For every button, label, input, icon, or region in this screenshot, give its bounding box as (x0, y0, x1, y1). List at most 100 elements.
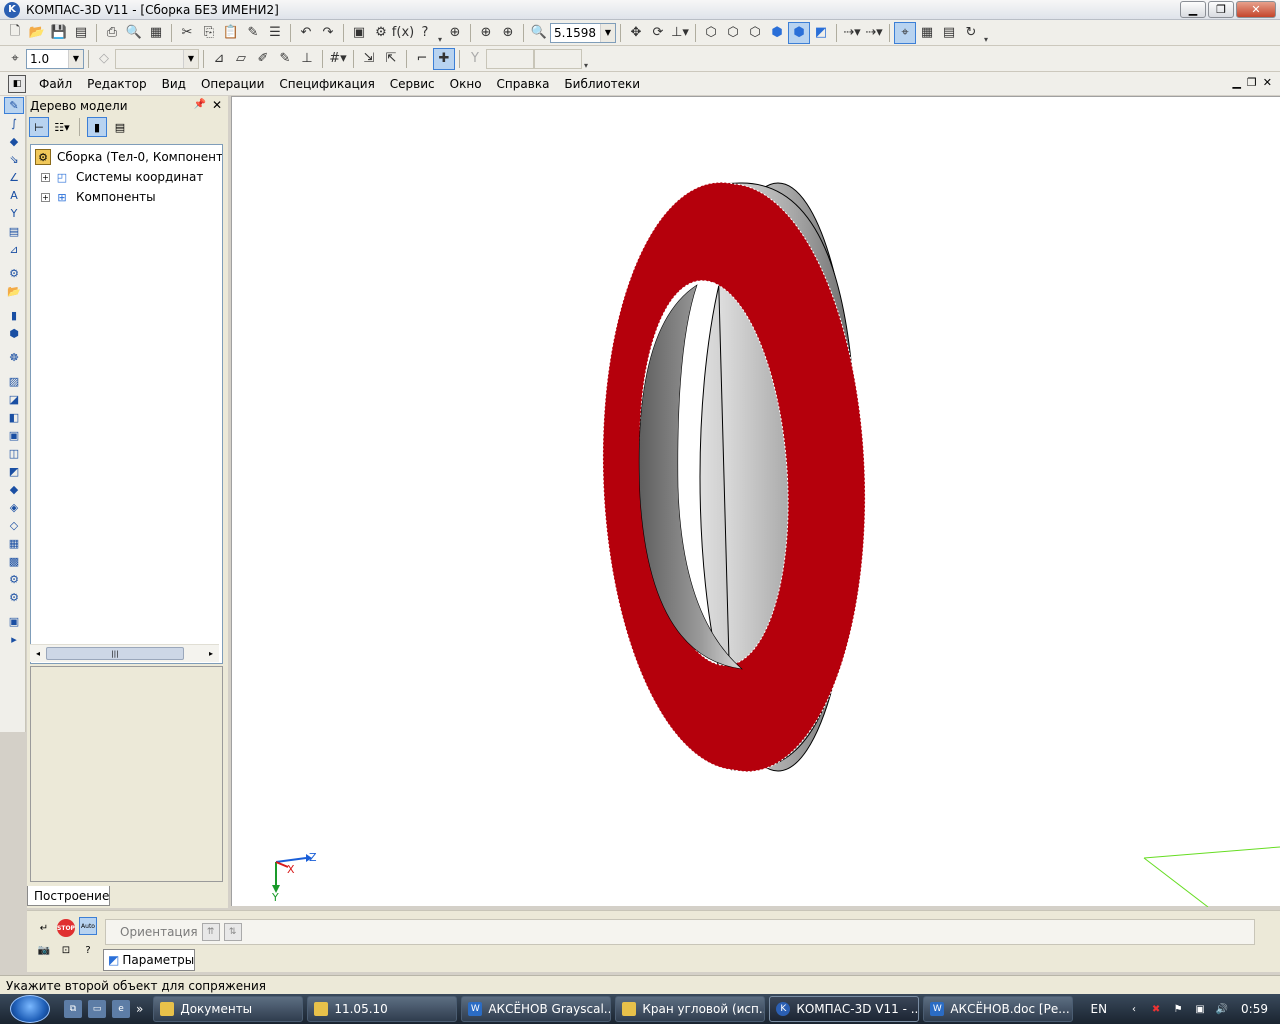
pan-icon[interactable]: ✥ (625, 22, 647, 44)
perspective-icon[interactable]: ◩ (810, 22, 832, 44)
tree-view-mode-icon[interactable]: ☷▾ (52, 117, 72, 137)
menu-specification[interactable]: Спецификация (272, 77, 382, 91)
create-subassembly-icon[interactable]: ⬢ (4, 325, 24, 342)
local-cs-icon[interactable]: ⊿ (208, 48, 230, 70)
reports-icon[interactable]: ⊿ (4, 241, 24, 258)
manager-icon[interactable]: ▤ (70, 22, 92, 44)
spec-icon[interactable]: ▤ (938, 22, 960, 44)
task-documents[interactable]: Документы (153, 996, 304, 1022)
filter-edges-icon[interactable]: ⇢▾ (863, 22, 885, 44)
hidden-thin-icon[interactable]: ⬡ (744, 22, 766, 44)
cut-extrude-icon[interactable]: ◆ (4, 481, 24, 498)
expand-icon[interactable]: + (41, 192, 50, 202)
task-kompas[interactable]: K КОМПАС-3D V11 - ... (769, 996, 920, 1022)
arrays-icon[interactable]: ⇘ (4, 151, 24, 168)
menu-view[interactable]: Вид (155, 77, 194, 91)
specification-icon[interactable]: ▤ (4, 223, 24, 240)
toolbar-overflow-icon[interactable]: ▾ (436, 22, 444, 44)
step-value-combo[interactable]: 1.0 ▼ (26, 48, 84, 69)
print-icon[interactable]: ⎙ (101, 22, 123, 44)
start-button[interactable] (0, 994, 52, 1024)
menu-operations[interactable]: Операции (194, 77, 272, 91)
camera-icon[interactable]: 📷 (35, 941, 53, 959)
section-icon[interactable]: ◩ (4, 463, 24, 480)
mirror-icon[interactable]: ◇ (4, 517, 24, 534)
grid-icon[interactable]: #▾ (327, 48, 349, 70)
expand-arrow-icon[interactable]: ▸ (4, 631, 24, 648)
measure-icon[interactable]: ✎ (274, 48, 296, 70)
help-pointer-icon[interactable]: ? (414, 22, 436, 44)
doc-close-icon[interactable]: ✕ (1263, 76, 1272, 89)
toolbar-overflow-icon[interactable]: ▾ (982, 22, 990, 44)
orientation-opposite-icon[interactable]: ⇅ (223, 923, 242, 941)
variables-icon[interactable]: ▣ (348, 22, 370, 44)
mate-icon[interactable]: ◧ (4, 409, 24, 426)
volume-icon[interactable]: 🔊 (1214, 1001, 1230, 1017)
select-icon[interactable]: ⊡ (57, 941, 75, 959)
rotate-component-icon[interactable]: ◪ (4, 391, 24, 408)
redo-icon[interactable]: ↷ (317, 22, 339, 44)
switch-windows-icon[interactable]: ⧉ (64, 1000, 82, 1018)
stop-button[interactable]: STOP (57, 919, 75, 937)
tree-item-coordinate-systems[interactable]: + ◰ Системы координат (41, 169, 203, 185)
zoom-window-icon[interactable]: ⊕ (475, 22, 497, 44)
zoom-value-combo[interactable]: 5.1598 ▼ (550, 22, 616, 43)
orientation-same-icon[interactable]: ⇈ (201, 923, 220, 941)
chevron-down-icon[interactable]: ▼ (68, 49, 83, 68)
show-desktop-icon[interactable]: ▭ (88, 1000, 106, 1018)
new-document-icon[interactable]: 🗋 (4, 22, 26, 44)
menu-window[interactable]: Окно (443, 77, 490, 91)
filters-icon[interactable]: Y (4, 205, 24, 222)
expand-icon[interactable]: + (41, 172, 50, 182)
tree-structure-icon[interactable]: ⊢ (29, 117, 49, 137)
rotate-icon[interactable]: ⟳ (647, 22, 669, 44)
tab-build[interactable]: Построение (27, 886, 110, 906)
tree-horizontal-scrollbar[interactable]: ◂ ||| ▸ (30, 644, 219, 662)
tree-filter-icon[interactable]: ▤ (110, 117, 130, 137)
tree-root[interactable]: ⚙ Сборка (Тел-0, Компонентов (35, 149, 222, 165)
auxiliary-geometry-icon[interactable]: ∠ (4, 169, 24, 186)
help-icon[interactable]: ? (79, 941, 97, 959)
measure-diagnostic-icon[interactable]: A (4, 187, 24, 204)
collision-icon[interactable]: ▣ (4, 427, 24, 444)
close-button[interactable]: ✕ (1236, 1, 1276, 18)
minimize-button[interactable]: ▁ (1180, 1, 1206, 18)
quick-launch-overflow[interactable]: » (136, 1002, 143, 1016)
close-icon[interactable]: ✕ (212, 98, 222, 112)
plane-icon[interactable]: ▱ (230, 48, 252, 70)
sketch-icon[interactable]: ✐ (252, 48, 274, 70)
hidden-lines-icon[interactable]: ⬡ (722, 22, 744, 44)
edit-assembly-icon[interactable]: ✎ (4, 97, 24, 114)
pin-icon[interactable]: 📌 (194, 99, 206, 110)
task-word-aksenov[interactable]: W АКСЁНОВ.doc [Ре... (923, 996, 1074, 1022)
doc-minimize-icon[interactable]: ▁ (1232, 76, 1240, 89)
restore-button[interactable]: ❐ (1208, 1, 1234, 18)
orientation-icon[interactable]: ⊥▾ (669, 22, 691, 44)
menu-edit[interactable]: Редактор (80, 77, 154, 91)
zoom-in-icon[interactable]: ⊕ (497, 22, 519, 44)
snap-mode-icon[interactable]: ⌖ (894, 21, 916, 44)
scroll-right-icon[interactable]: ▸ (203, 649, 219, 658)
copy-icon[interactable]: ⎘ (198, 22, 220, 44)
wireframe-icon[interactable]: ⬡ (700, 22, 722, 44)
libraries-manager-icon[interactable]: ⚙ (370, 22, 392, 44)
tree-item-components[interactable]: + ⊞ Компоненты (41, 189, 156, 205)
scroll-thumb[interactable]: ||| (46, 647, 184, 660)
language-indicator[interactable]: EN (1090, 1002, 1107, 1016)
function-icon[interactable]: f(x) (392, 22, 414, 44)
surface-icon[interactable]: ◆ (4, 133, 24, 150)
tree-sort-icon[interactable]: ▮ (87, 117, 107, 137)
add-component-icon[interactable]: ⚙ (4, 265, 24, 282)
print-preview-icon[interactable]: 🔍 (123, 22, 145, 44)
document-icon[interactable]: ◧ (8, 74, 26, 93)
halftone-edges-icon[interactable]: ⬢ (788, 21, 810, 44)
flag-icon[interactable]: ⚑ (1170, 1001, 1186, 1017)
library-icon[interactable]: ▦ (916, 22, 938, 44)
zoom-scale-icon[interactable]: 🔍 (528, 22, 550, 44)
scroll-left-icon[interactable]: ◂ (30, 649, 46, 658)
cut-revolve-icon[interactable]: ◈ (4, 499, 24, 516)
enter-icon[interactable]: ↵ (35, 919, 53, 937)
task-word-grayscale[interactable]: W АКСЁНОВ Grayscal... (461, 996, 612, 1022)
internet-explorer-icon[interactable]: e (112, 1000, 130, 1018)
open-folder-icon[interactable]: 📂 (26, 22, 48, 44)
